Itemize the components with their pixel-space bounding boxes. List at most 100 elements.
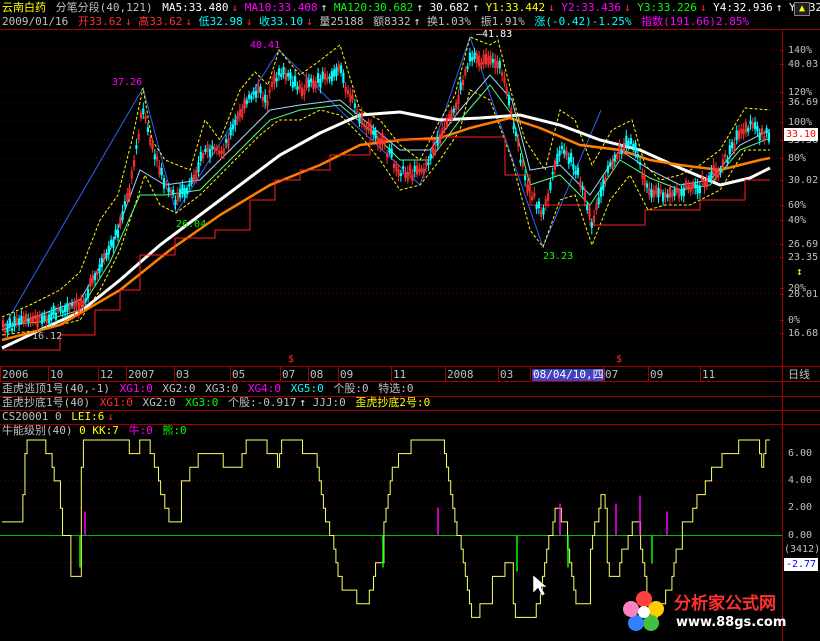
scroll-arrow-icon[interactable]: ↕	[796, 265, 803, 278]
candle-body	[61, 310, 64, 314]
candle-body	[560, 145, 563, 150]
x-axis-label: 2007	[128, 368, 155, 381]
candle-body	[558, 150, 561, 156]
price-axis-label: 26.69	[788, 239, 819, 250]
watermark: 分析家公式网 www.88gs.com	[620, 585, 816, 637]
candle-body	[657, 187, 660, 198]
candle-body	[429, 153, 432, 159]
candle-body	[291, 81, 294, 88]
candle-body	[567, 157, 570, 164]
candle-body	[427, 162, 430, 166]
price-axis-label: 140%	[788, 45, 813, 56]
candle-body	[551, 171, 554, 175]
candle-body	[609, 162, 612, 167]
candle-body	[632, 144, 635, 147]
candle-body	[328, 76, 331, 80]
lei-value: LEI:6	[71, 410, 105, 423]
candle-body	[250, 96, 253, 100]
x-axis-tick	[0, 367, 1, 381]
candle-body	[638, 162, 642, 166]
x-axis-label: 09	[650, 368, 664, 381]
candle-body	[296, 86, 299, 91]
candle-body	[282, 66, 285, 75]
candle-body	[70, 302, 74, 307]
candle-body	[167, 187, 170, 193]
sub-axis-label: 6.00	[788, 447, 813, 459]
jjj-value: JJJ:0	[312, 396, 346, 409]
ma-orange-line	[1, 116, 771, 342]
flower-logo-icon	[623, 591, 664, 631]
candle-body	[8, 318, 11, 327]
candle-body	[572, 163, 575, 170]
price-axis-label: 36.69	[788, 97, 819, 108]
candle-body	[620, 150, 623, 155]
candle-body	[172, 189, 175, 195]
period-label[interactable]: 日线	[788, 369, 810, 381]
candle-body	[372, 130, 375, 135]
watermark-site: 分析家公式网	[674, 594, 776, 614]
xg1-value: XG1:0	[119, 382, 153, 395]
price-axis-label: 30.02	[788, 175, 819, 186]
x-axis-label: 05	[232, 368, 246, 381]
candle-body	[402, 166, 405, 169]
candle-body	[252, 91, 255, 95]
candle-body	[436, 137, 439, 147]
axis-tick	[780, 205, 784, 206]
candle-body	[597, 197, 600, 205]
price-axis-label: 100%	[788, 117, 813, 128]
stock-value: 个股:-0.917	[228, 396, 297, 409]
candle-body	[114, 229, 117, 236]
candle-body	[107, 245, 110, 255]
candle-body	[335, 67, 338, 76]
candle-body	[719, 169, 722, 173]
candle-body	[512, 126, 515, 130]
candle-body	[613, 154, 616, 162]
candle-body	[135, 145, 138, 149]
candle-body	[339, 65, 343, 73]
cursor-value-tag: -2.77	[784, 558, 818, 571]
candlestick-series	[1, 47, 770, 338]
candle-body	[307, 79, 311, 88]
stock-value: 个股:0	[333, 382, 369, 395]
axis-tick	[780, 102, 784, 103]
candle-body	[27, 318, 30, 322]
candle-body	[66, 303, 69, 312]
candle-body	[321, 71, 324, 80]
candle-body	[40, 315, 44, 324]
candle-body	[13, 316, 16, 327]
candle-body	[388, 148, 391, 153]
x-axis-tick	[700, 367, 701, 381]
candle-body	[728, 145, 731, 155]
split-marker-icon: $	[288, 354, 295, 365]
candle-body	[310, 78, 313, 83]
x-axis-cursor-date: 08/04/10,四	[532, 368, 605, 381]
candle-body	[105, 252, 108, 259]
x-axis-label: 07	[282, 368, 296, 381]
x-axis-label: 03	[176, 368, 190, 381]
candle-body	[208, 148, 212, 158]
candle-body	[181, 184, 184, 194]
price-axis-label: 23.35	[788, 252, 819, 263]
candle-body	[599, 187, 603, 197]
watermark-url: www.88gs.com	[676, 615, 787, 630]
candle-body	[735, 130, 738, 141]
candle-body	[50, 312, 53, 321]
axis-tick	[780, 92, 784, 93]
candle-body	[666, 194, 669, 198]
peak-price-label: 40.41	[250, 40, 281, 51]
candle-body	[514, 131, 517, 136]
down-arrow-icon: ↓	[107, 410, 114, 423]
kk-value: 0 KK:7	[79, 424, 119, 437]
candle-body	[629, 138, 632, 145]
sub-axis-label: 4.00	[788, 474, 813, 486]
x-axis-tick	[603, 367, 604, 381]
special-value: 特选:0	[378, 382, 414, 395]
candle-body	[767, 132, 770, 142]
candle-body	[333, 69, 336, 77]
high-price-label: —41.83	[476, 29, 513, 40]
candle-body	[59, 307, 62, 312]
xg2-value: XG2:0	[162, 382, 196, 395]
candle-body	[289, 72, 292, 80]
candle-body	[185, 187, 189, 194]
candle-body	[231, 124, 235, 130]
